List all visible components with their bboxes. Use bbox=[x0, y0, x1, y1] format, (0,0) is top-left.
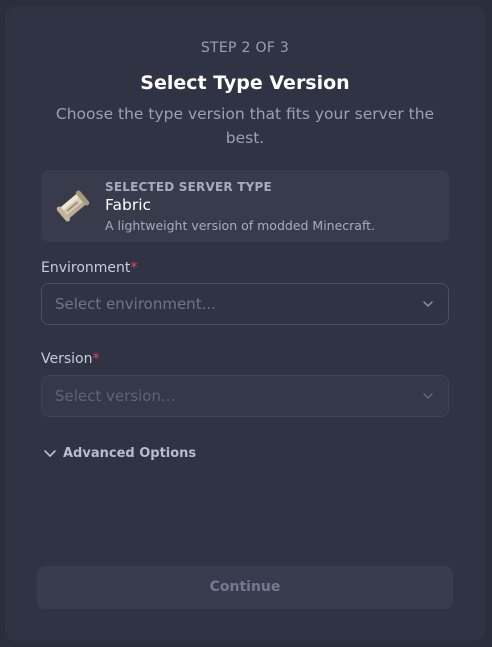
chevron-down-icon bbox=[423, 301, 433, 307]
selected-type-kicker: SELECTED SERVER TYPE bbox=[105, 180, 272, 194]
version-select[interactable]: Select version... bbox=[41, 375, 449, 417]
chevron-down-icon bbox=[44, 450, 56, 457]
chevron-down-icon bbox=[423, 393, 433, 399]
step-indicator: STEP 2 OF 3 bbox=[200, 40, 290, 56]
environment-label: Environment* bbox=[41, 260, 138, 276]
version-placeholder: Select version... bbox=[55, 387, 176, 405]
select-type-version-dialog: STEP 2 OF 3 Select Type Version Choose t… bbox=[5, 6, 485, 641]
page-subtitle: Choose the type version that fits your s… bbox=[55, 105, 435, 147]
version-label: Version* bbox=[41, 351, 100, 367]
selected-type-name: Fabric bbox=[105, 196, 152, 214]
selected-server-type-card: SELECTED SERVER TYPE Fabric A lightweigh… bbox=[41, 170, 449, 242]
required-marker: * bbox=[130, 260, 138, 276]
environment-select[interactable]: Select environment... bbox=[41, 283, 449, 325]
advanced-options-toggle[interactable]: Advanced Options bbox=[43, 444, 196, 462]
environment-placeholder: Select environment... bbox=[55, 295, 216, 313]
selected-type-description: A lightweight version of modded Minecraf… bbox=[105, 218, 376, 233]
continue-button[interactable]: Continue bbox=[37, 566, 453, 609]
fabric-scroll-icon bbox=[56, 190, 90, 222]
page-title: Select Type Version bbox=[140, 72, 350, 94]
required-marker: * bbox=[92, 351, 100, 367]
advanced-options-label: Advanced Options bbox=[63, 445, 197, 461]
